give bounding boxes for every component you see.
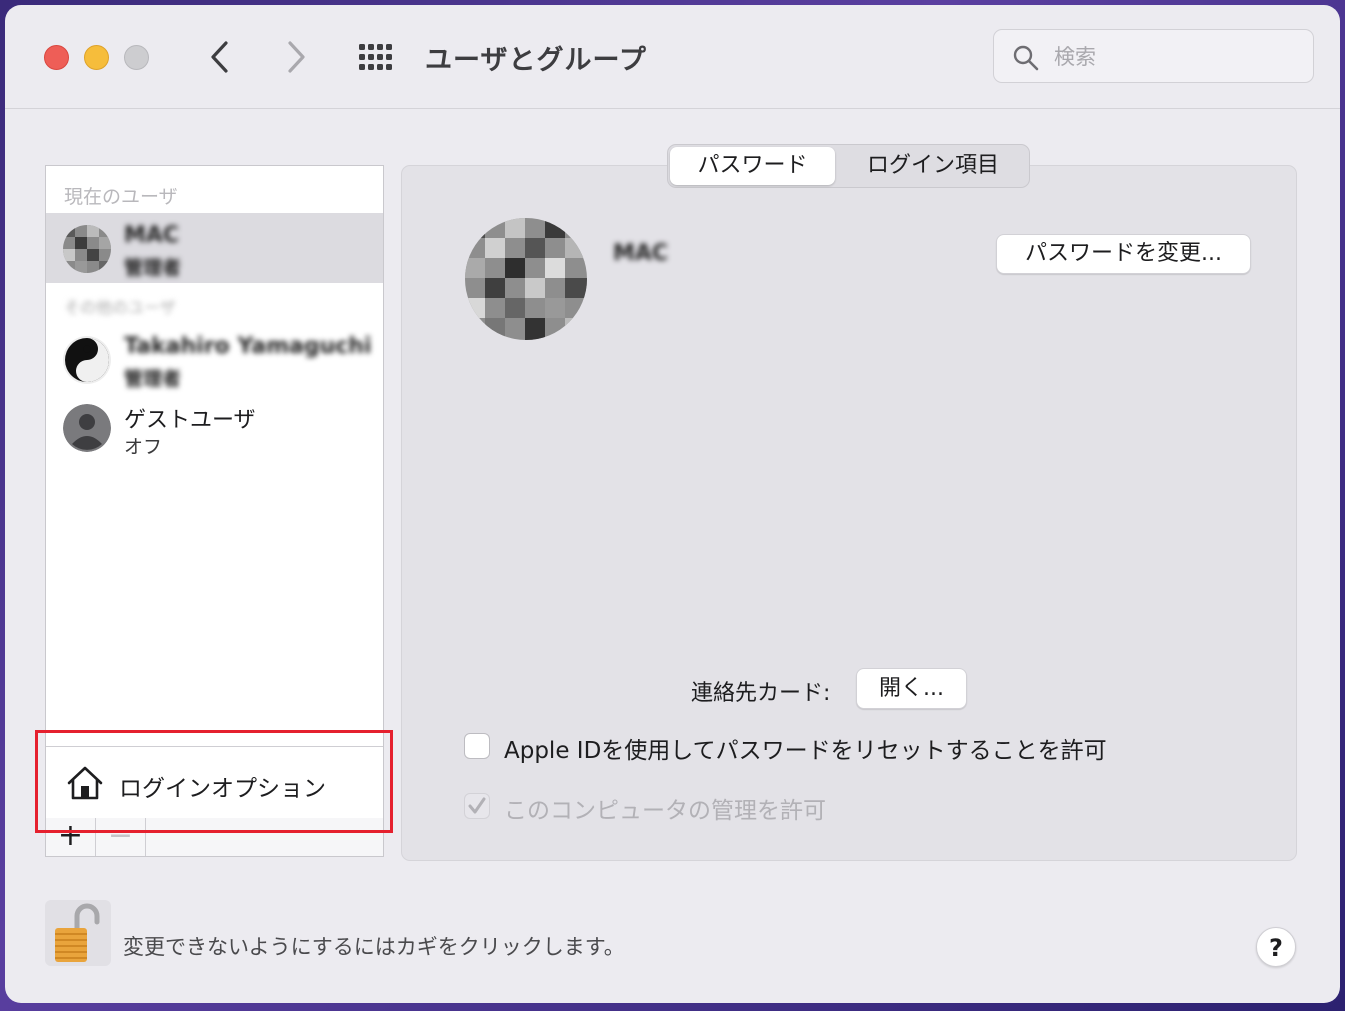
title-bar: ユーザとグループ [5,5,1340,109]
show-all-button[interactable] [357,42,397,74]
search-icon [1013,45,1039,71]
apple-id-reset-label: Apple IDを使用してパスワードをリセットすることを許可 [504,738,1107,764]
user-avatar-large[interactable] [465,218,587,340]
user-avatar-photo [63,225,111,273]
user-avatar-yinyang [63,336,111,384]
checkmark-icon [468,797,486,814]
apple-id-reset-checkbox[interactable] [464,733,490,759]
user-list-sidebar: 現在のユーザ MAC 管理者 その他のユーザ Takahiro Yamaguch… [45,165,384,857]
zoom-button[interactable] [124,45,149,70]
login-options-item[interactable]: ログインオプション [46,746,383,820]
user-role: オフ [124,436,163,458]
close-button[interactable] [44,45,69,70]
chevron-right-icon [288,41,305,73]
person-icon [63,404,111,452]
contact-card-label: 連絡先カード: [691,681,831,706]
sidebar-footer: + − [46,818,383,856]
grid-icon [359,44,392,70]
preferences-window: ユーザとグループ 現在のユーザ MAC 管理者 [5,5,1340,1003]
minimize-button[interactable] [84,45,109,70]
user-name: ゲストユーザ [124,408,256,433]
search-field[interactable] [993,29,1314,83]
user-row-current[interactable]: MAC 管理者 [46,213,383,283]
search-input[interactable] [1052,40,1296,74]
home-icon [67,766,103,800]
chevron-left-icon [211,41,228,73]
lock-hint-text: 変更できないようにするにはカギをクリックします。 [123,935,625,959]
back-button[interactable] [205,39,235,75]
open-contact-button[interactable]: 開く... [856,668,967,709]
allow-admin-label: このコンピュータの管理を許可 [504,798,826,824]
unlocked-padlock-icon [55,903,100,962]
login-options-label: ログインオプション [119,776,326,802]
selected-user-name: MAC [613,241,669,266]
user-role: 管理者 [124,257,182,279]
current-user-header: 現在のユーザ [64,186,178,208]
add-user-button[interactable]: + [46,818,96,856]
user-row-other[interactable]: Takahiro Yamaguchi 管理者 [46,324,383,394]
tab-login-items[interactable]: ログイン項目 [838,147,1028,185]
user-name: Takahiro Yamaguchi [124,334,372,359]
remove-user-button[interactable]: − [96,818,146,856]
allow-admin-checkbox[interactable] [464,793,490,819]
user-name: MAC [124,223,180,248]
lock-button[interactable] [45,900,111,966]
change-password-button[interactable]: パスワードを変更... [996,234,1251,274]
tab-password[interactable]: パスワード [670,147,835,185]
forward-button[interactable] [281,39,311,75]
user-role: 管理者 [124,368,182,390]
window-title: ユーザとグループ [425,45,647,76]
user-row-guest[interactable]: ゲストユーザ オフ [46,392,383,462]
help-button[interactable]: ? [1256,927,1296,967]
other-users-header: その他のユーザ [64,298,176,317]
tab-bar: パスワード ログイン項目 [667,144,1030,188]
